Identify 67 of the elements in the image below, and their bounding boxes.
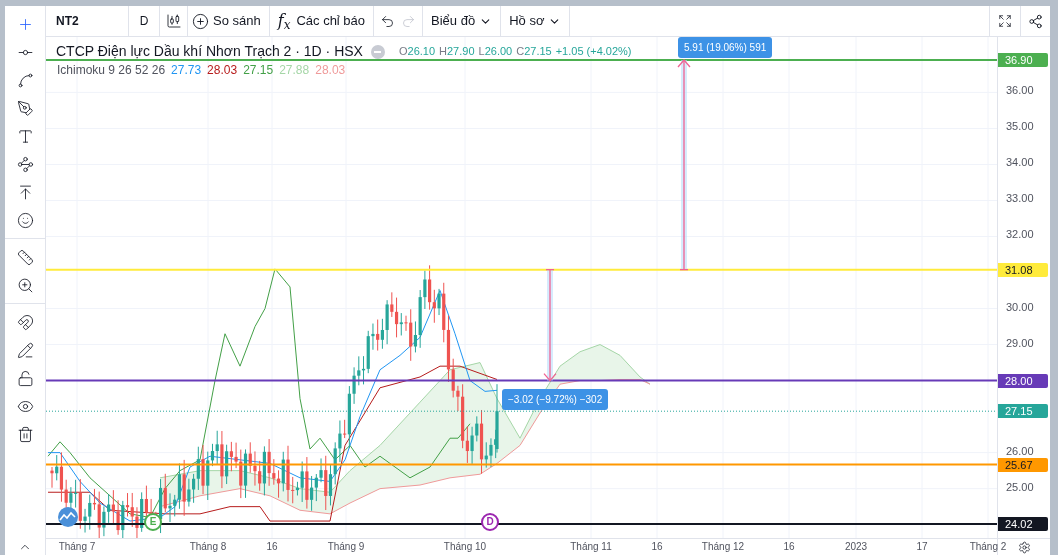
smiley-icon	[16, 211, 34, 229]
price-tick: 33.00	[1006, 192, 1034, 205]
ohlc-value: O26.10	[398, 44, 436, 60]
indicator-value: 28.03	[315, 62, 346, 79]
price-label: 24.02	[998, 516, 1048, 531]
indicator-value: 27.15	[243, 62, 274, 79]
spline-icon	[16, 71, 34, 89]
change-value: +1.05 (+4.02%)	[555, 44, 632, 60]
time-tick: 17	[915, 541, 929, 553]
price-label: 36.90	[998, 53, 1048, 67]
time-tick: Tháng 12	[700, 541, 746, 553]
ohlc-value: L26.00	[478, 44, 513, 60]
price-tick: 35.00	[1006, 120, 1034, 133]
chart-title: CTCP Điện lực Dầu khí Nhơn Trạch 2 · 1D · HSX	[56, 42, 363, 61]
indicator-value: 27.88	[279, 62, 310, 79]
zoom-in-icon	[16, 276, 34, 294]
indicator-value: 27.73	[171, 62, 202, 79]
ohlc-value: C27.15	[516, 44, 552, 60]
price-tick: 29.00	[1006, 336, 1034, 349]
time-tick: Tháng 2	[968, 541, 1008, 553]
ohlc-value: H27.90	[439, 44, 475, 60]
magnet-icon	[16, 313, 34, 331]
share-icon	[1028, 13, 1043, 29]
indicators-button[interactable]: f$_{x}$ Các chỉ báo	[269, 6, 375, 36]
profile-menu-button[interactable]: Hồ sơ	[501, 6, 571, 36]
price-label: 27.15	[998, 404, 1048, 419]
measure-arrow[interactable]	[543, 269, 557, 382]
time-tick: Tháng 9	[326, 541, 366, 553]
expand-icon	[998, 14, 1012, 28]
event-marker[interactable]: D	[481, 513, 499, 531]
pencil-icon	[16, 341, 34, 359]
measure-label: −3.02 (−9.72%) −302	[502, 389, 609, 410]
trash-icon	[16, 425, 34, 443]
waypoints-icon	[16, 155, 34, 173]
price-tick: 32.00	[1006, 228, 1034, 241]
indicator-name: Ichimoku 9 26 52 26	[57, 62, 166, 79]
candlestick-icon	[165, 13, 182, 29]
time-tick: Tháng 10	[442, 541, 488, 553]
price-label: 25.67	[998, 457, 1048, 472]
pen-icon	[16, 99, 34, 117]
undo-icon[interactable]	[380, 13, 396, 29]
ruler-icon	[16, 248, 34, 266]
chart-menu-button[interactable]: Biểu đồ	[423, 6, 502, 36]
logo-icon	[58, 507, 78, 527]
price-tick: 34.00	[1006, 156, 1034, 169]
time-tick: 16	[782, 541, 796, 553]
symbol-button[interactable]: NT2	[46, 6, 129, 36]
compare-button[interactable]: So sánh	[188, 6, 270, 36]
plus-circle-icon	[192, 12, 209, 30]
price-tick: 36.00	[1006, 84, 1034, 97]
time-tick: Tháng 7	[57, 541, 97, 553]
settings-icon[interactable]	[1017, 540, 1031, 554]
price-label: 31.08	[998, 262, 1048, 277]
time-tick: Tháng 11	[569, 541, 613, 553]
price-label: 28.00	[998, 373, 1048, 388]
price-tick: 26.00	[1006, 444, 1034, 457]
price-tick: 25.00	[1006, 480, 1034, 493]
indicator-value: 28.03	[207, 62, 238, 79]
time-tick: 16	[265, 541, 279, 553]
time-tick: 16	[650, 541, 664, 553]
measure-label: 5.91 (19.06%) 591	[678, 37, 773, 58]
time-tick: Tháng 8	[188, 541, 228, 553]
interval-button[interactable]: D	[129, 6, 160, 36]
time-tick: 2023	[843, 541, 869, 553]
price-tick: 30.00	[1006, 300, 1034, 313]
text-icon	[16, 127, 34, 145]
unlocked-lock-icon	[16, 369, 34, 387]
